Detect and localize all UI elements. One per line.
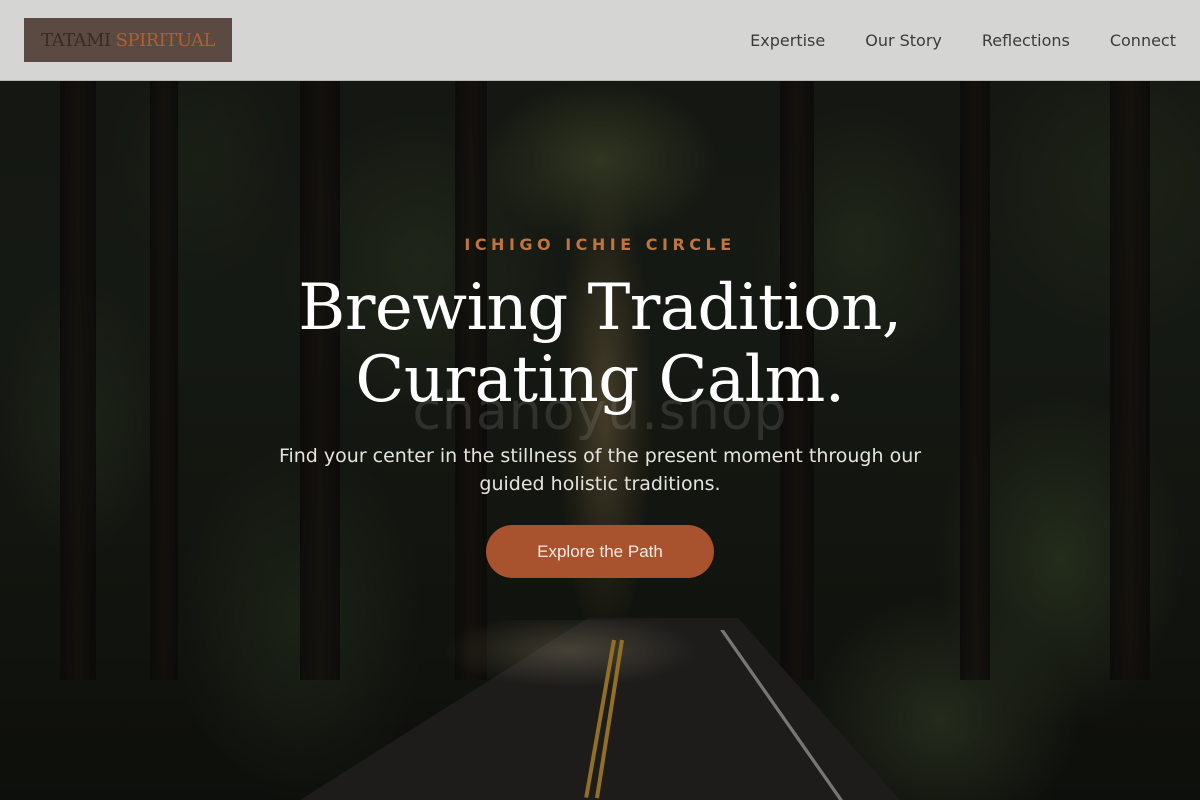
hero-headline-line1: Brewing Tradition, [298, 271, 902, 345]
logo-text-primary: TATAMI [41, 29, 111, 51]
main-nav: Expertise Our Story Reflections Connect [750, 0, 1176, 80]
nav-link-our-story[interactable]: Our Story [865, 31, 942, 50]
hero-headline: Brewing Tradition, Curating Calm. [0, 272, 1200, 416]
logo-text-accent: SPIRITUAL [115, 29, 216, 51]
hero-subtitle: Find your center in the stillness of the… [278, 445, 922, 495]
nav-link-reflections[interactable]: Reflections [982, 31, 1070, 50]
hero-eyebrow: ICHIGO ICHIE CIRCLE [464, 235, 736, 254]
nav-link-expertise[interactable]: Expertise [750, 31, 825, 50]
site-header: TATAMI SPIRITUAL Expertise Our Story Ref… [0, 0, 1200, 81]
hero-headline-line2: Curating Calm. [355, 343, 845, 417]
site-logo[interactable]: TATAMI SPIRITUAL [24, 18, 232, 62]
explore-path-button[interactable]: Explore the Path [486, 525, 714, 578]
nav-link-connect[interactable]: Connect [1110, 31, 1176, 50]
